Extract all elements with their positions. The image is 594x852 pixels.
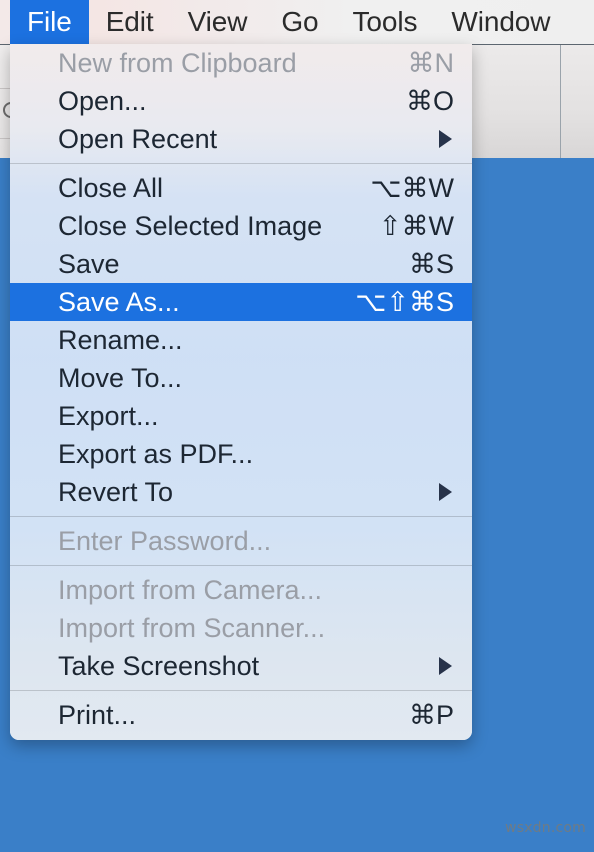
menu-item-label: Export... bbox=[58, 400, 159, 431]
menu-bar: File Edit View Go Tools Window bbox=[0, 0, 594, 44]
menu-item-shortcut: ⌥⌘W bbox=[370, 172, 454, 203]
menu-item-label: Close All bbox=[58, 172, 164, 203]
menu-item[interactable]: Save As... ⌥⇧⌘S bbox=[10, 283, 472, 321]
menu-bar-item-file[interactable]: File bbox=[10, 0, 89, 44]
window-right-edge bbox=[560, 45, 561, 158]
menu-item[interactable]: Export... bbox=[10, 397, 472, 435]
menu-item[interactable]: Revert To bbox=[10, 473, 472, 511]
menu-item[interactable]: Move To... bbox=[10, 359, 472, 397]
menu-item-shortcut: ⇧⌘W bbox=[378, 210, 454, 241]
watermark: wsxdn.com bbox=[505, 820, 586, 836]
menu-bar-item-go-label: Go bbox=[281, 6, 319, 37]
menu-bar-item-go[interactable]: Go bbox=[264, 0, 335, 44]
menu-bar-item-edit-label: Edit bbox=[105, 6, 154, 37]
menu-item-label: New from Clipboard bbox=[58, 47, 297, 78]
menu-item[interactable]: Export as PDF... bbox=[10, 435, 472, 473]
menu-item-label: Rename... bbox=[58, 324, 183, 355]
menu-bar-item-window[interactable]: Window bbox=[434, 0, 567, 44]
menu-separator bbox=[10, 516, 472, 517]
screen: File Edit View Go Tools Window New from … bbox=[0, 0, 594, 852]
menu-item-shortcut: ⌘P bbox=[408, 699, 454, 730]
menu-item-label: Open Recent bbox=[58, 123, 218, 154]
file-menu-items: New from Clipboard ⌘N Open... ⌘O Open Recent… bbox=[10, 44, 472, 734]
menu-bar-item-tools-label: Tools bbox=[352, 6, 418, 37]
chevron-right-icon bbox=[439, 657, 452, 675]
menu-item[interactable]: Open... ⌘O bbox=[10, 82, 472, 120]
menu-item[interactable]: Open Recent bbox=[10, 120, 472, 158]
menu-item-shortcut: ⌘N bbox=[407, 47, 455, 78]
menu-item[interactable]: Take Screenshot bbox=[10, 647, 472, 685]
menu-bar-item-window-label: Window bbox=[451, 6, 551, 37]
menu-item-label: Import from Scanner... bbox=[58, 612, 326, 643]
menu-bar-item-view[interactable]: View bbox=[171, 0, 265, 44]
chevron-right-icon bbox=[439, 130, 452, 148]
menu-item-shortcut: ⌥⇧⌘S bbox=[355, 286, 454, 317]
menu-separator bbox=[10, 690, 472, 691]
menu-item[interactable]: Rename... bbox=[10, 321, 472, 359]
menu-item-label: Save bbox=[58, 248, 120, 279]
menu-item[interactable]: Close All ⌥⌘W bbox=[10, 169, 472, 207]
menu-item-shortcut: ⌘O bbox=[405, 85, 454, 116]
menu-item-label: Save As... bbox=[58, 286, 180, 317]
menu-item-label: Export as PDF... bbox=[58, 438, 254, 469]
menu-bar-item-view-label: View bbox=[187, 6, 248, 37]
menu-separator bbox=[10, 565, 472, 566]
menu-item-label: Move To... bbox=[58, 362, 183, 393]
menu-item-label: Print... bbox=[58, 699, 137, 730]
file-menu-dropdown: New from Clipboard ⌘N Open... ⌘O Open Recent… bbox=[10, 44, 472, 740]
menu-item-label: Import from Camera... bbox=[58, 574, 323, 605]
menu-bar-item-edit[interactable]: Edit bbox=[89, 0, 171, 44]
menu-separator bbox=[10, 163, 472, 164]
menu-item: New from Clipboard ⌘N bbox=[10, 44, 472, 82]
menu-bar-leading-spacer bbox=[0, 0, 10, 44]
menu-bar-item-file-label: File bbox=[27, 6, 72, 37]
menu-item-label: Close Selected Image bbox=[58, 210, 323, 241]
menu-item[interactable]: Close Selected Image ⇧⌘W bbox=[10, 207, 472, 245]
menu-item[interactable]: Print... ⌘P bbox=[10, 696, 472, 734]
menu-item: Import from Scanner... bbox=[10, 609, 472, 647]
menu-item-shortcut: ⌘S bbox=[408, 248, 454, 279]
menu-item-label: Take Screenshot bbox=[58, 650, 260, 681]
menu-bar-item-tools[interactable]: Tools bbox=[336, 0, 435, 44]
menu-item-label: Revert To bbox=[58, 476, 174, 507]
menu-item: Enter Password... bbox=[10, 522, 472, 560]
menu-item[interactable]: Save ⌘S bbox=[10, 245, 472, 283]
menu-item-label: Enter Password... bbox=[58, 525, 272, 556]
menu-item-label: Open... bbox=[58, 85, 147, 116]
menu-item: Import from Camera... bbox=[10, 571, 472, 609]
chevron-right-icon bbox=[439, 483, 452, 501]
